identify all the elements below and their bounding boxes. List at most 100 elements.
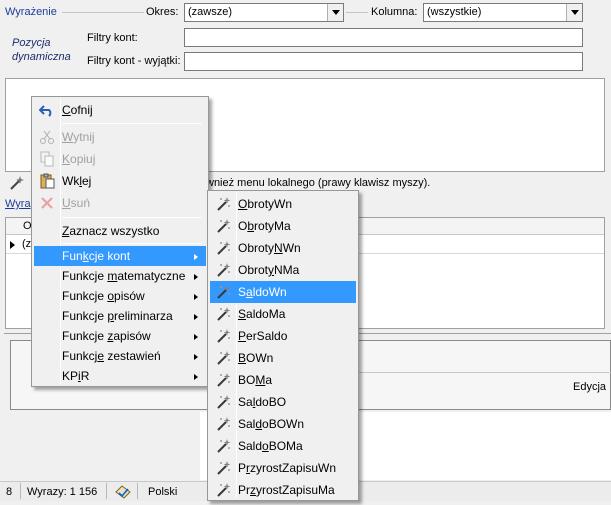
submenu-arrow-icon: [194, 374, 198, 380]
magic-wand-icon: [215, 460, 231, 476]
submenu-item-label: SaldoBO: [238, 395, 287, 409]
submenu-item-przyrostzapisuwn[interactable]: PrzyrostZapisuWn: [210, 457, 356, 479]
menu-item-label: Cofnij: [62, 103, 93, 117]
divider: [106, 483, 107, 499]
submenu-item-label: ObrotyMa: [238, 219, 291, 233]
submenu-item-obrotyma[interactable]: ObrotyMa: [210, 215, 356, 237]
menu-separator: [62, 217, 202, 218]
magic-wand-icon: [215, 350, 231, 366]
status-fragment: 8: [6, 486, 13, 498]
submenu-item-saldobown[interactable]: SaldoBOWn: [210, 413, 356, 435]
pozycja-line1: Pozycja: [12, 37, 51, 49]
menu-item-label: Funkcje matematyczne: [62, 269, 186, 283]
pozycja-dynamiczna-label: Pozycja dynamiczna: [12, 36, 71, 64]
menu-separator: [62, 243, 202, 244]
edycja-label: Edycja: [573, 381, 607, 393]
submenu-item-obrotynma[interactable]: ObrotyNMa: [210, 259, 356, 281]
submenu-item-label: SaldoBOWn: [238, 417, 305, 431]
kolumna-label: Kolumna:: [371, 6, 418, 18]
okres-combo[interactable]: (zawsze): [184, 3, 344, 22]
submenu-item-label: ObrotyNWn: [238, 241, 301, 255]
magic-wand-icon: [215, 416, 231, 432]
menu-item-label: Kopiuj: [62, 152, 96, 166]
menu-item-zaznacz-wszystko[interactable]: Zaznacz wszystko: [34, 220, 206, 242]
menu-item-label: Funkcje preliminarza: [62, 309, 173, 323]
submenu-item-saldobo[interactable]: SaldoBO: [210, 391, 356, 413]
menu-item-label: Zaznacz wszystko: [62, 224, 160, 238]
menu-item-label: Funkcje zapisów: [62, 329, 151, 343]
submenu-item-obrotynwn[interactable]: ObrotyNWn: [210, 237, 356, 259]
okres-label: Okres:: [146, 6, 179, 18]
menu-item-funkcje-zapisow[interactable]: Funkcje zapisów: [34, 326, 206, 346]
submenu-item-saldoboma[interactable]: SaldoBOMa: [210, 435, 356, 457]
menu-item-wklej[interactable]: Wklej: [34, 170, 206, 192]
menu-item-usun: Usuń: [34, 192, 206, 214]
submenu-item-saldoma[interactable]: SaldoMa: [210, 303, 356, 325]
menu-item-label: Funkcje kont: [62, 249, 131, 263]
magic-wand-icon: [215, 284, 231, 300]
menu-item-cofnij[interactable]: Cofnij: [34, 99, 206, 121]
magic-wand-icon: [215, 372, 231, 388]
menu-item-funkcje-preliminarza[interactable]: Funkcje preliminarza: [34, 306, 206, 326]
magic-wand-icon: [10, 176, 24, 190]
magic-wand-icon: [215, 438, 231, 454]
copy-icon: [39, 151, 55, 167]
menu-item-kpir[interactable]: KPiR: [34, 366, 206, 386]
cut-icon: [39, 129, 55, 145]
undo-icon: [38, 102, 55, 118]
proofing-icon[interactable]: [114, 484, 132, 499]
row-pointer-icon: [10, 241, 15, 249]
menu-item-label: Usuń: [62, 196, 91, 210]
submenu-arrow-icon: [194, 274, 198, 280]
filtry-kont-input[interactable]: [184, 28, 583, 47]
funkcje-kont-submenu: ObrotyWn ObrotyMa ObrotyNWn ObrotyNMa SaldoW…: [207, 190, 359, 501]
chevron-down-icon[interactable]: [566, 4, 582, 21]
grid-row-cell: (z: [22, 238, 32, 250]
filtry-kont-wyjatki-input[interactable]: [184, 52, 583, 71]
context-menu: Cofnij Wytnij Kopiuj Wklej Usuń Zaznacz wszys…: [31, 96, 209, 387]
submenu-item-boma[interactable]: BOMa: [210, 369, 356, 391]
menu-item-funkcje-opisow[interactable]: Funkcje opisów: [34, 286, 206, 306]
submenu-item-label: BOWn: [238, 351, 274, 365]
menu-item-kopiuj: Kopiuj: [34, 148, 206, 170]
pozycja-line2: dynamiczna: [12, 51, 71, 63]
paste-icon: [39, 173, 55, 189]
submenu-item-saldown[interactable]: SaldoWn: [210, 281, 356, 303]
kolumna-combo[interactable]: (wszystkie): [423, 3, 583, 22]
menu-item-wytnij: Wytnij: [34, 126, 206, 148]
kolumna-value: (wszystkie): [427, 6, 482, 18]
magic-wand-icon: [215, 218, 231, 234]
menu-item-label: Wytnij: [62, 130, 95, 144]
submenu-item-label: PrzyrostZapisuMa: [238, 483, 335, 497]
menu-item-funkcje-matematyczne[interactable]: Funkcje matematyczne: [34, 266, 206, 286]
magic-wand-icon: [215, 240, 231, 256]
submenu-item-persaldo[interactable]: PerSaldo: [210, 325, 356, 347]
submenu-item-obrotywn[interactable]: ObrotyWn: [210, 193, 356, 215]
submenu-arrow-icon: [194, 354, 198, 360]
submenu-item-label: BOMa: [238, 373, 273, 387]
menu-item-funkcje-kont[interactable]: Funkcje kont: [34, 246, 206, 266]
submenu-item-bown[interactable]: BOWn: [210, 347, 356, 369]
hint-text: wnież menu lokalnego (prawy klawisz mysz…: [206, 177, 431, 189]
submenu-item-label: SaldoWn: [238, 285, 287, 299]
submenu-item-label: ObrotyWn: [238, 197, 293, 211]
submenu-item-label: SaldoBOMa: [238, 439, 303, 453]
menu-item-funkcje-zestawien[interactable]: Funkcje zestawień: [34, 346, 206, 366]
divider: [62, 12, 144, 13]
magic-wand-icon: [215, 328, 231, 344]
submenu-item-label: PrzyrostZapisuWn: [238, 461, 337, 475]
menu-item-label: Funkcje zestawień: [62, 349, 161, 363]
submenu-item-label: SaldoMa: [238, 307, 286, 321]
divider: [137, 483, 138, 499]
magic-wand-icon: [215, 196, 231, 212]
expression-tab[interactable]: Wyra: [5, 198, 31, 210]
language-indicator[interactable]: Polski: [148, 486, 177, 498]
filtry-kont-wyjatki-label: Filtry kont - wyjątki:: [87, 55, 181, 67]
chevron-down-icon[interactable]: [327, 4, 343, 21]
submenu-arrow-icon: [194, 294, 198, 300]
expression-group-label: Wyrażenie: [5, 6, 57, 18]
submenu-item-label: PerSaldo: [238, 329, 288, 343]
submenu-arrow-icon: [194, 254, 198, 260]
magic-wand-icon: [215, 482, 231, 498]
submenu-item-przyrostzapisuma[interactable]: PrzyrostZapisuMa: [210, 479, 356, 501]
